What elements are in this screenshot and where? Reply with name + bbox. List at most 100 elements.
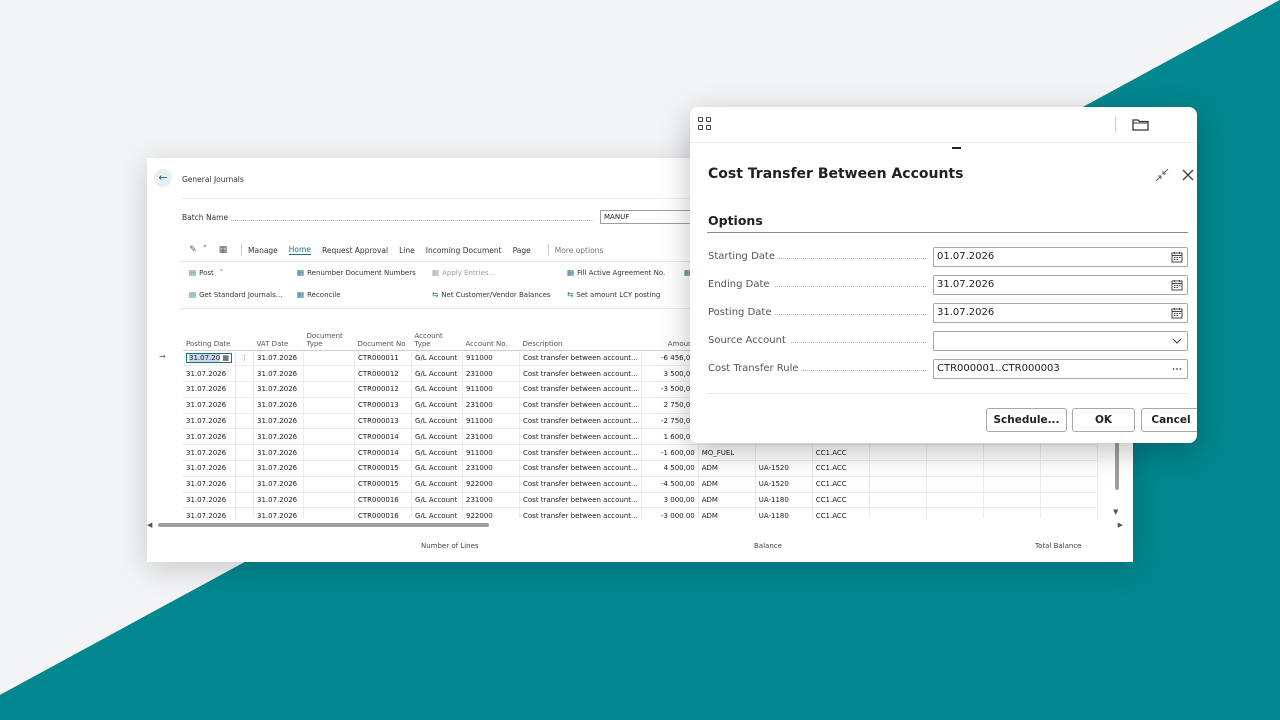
apply-entries-button[interactable]: ▦ Apply Entries...: [432, 268, 495, 277]
starting-date-field[interactable]: 01.07.2026: [933, 247, 1188, 267]
cell-document-type[interactable]: [303, 397, 356, 414]
cell-desc[interactable]: Cost transfer between account...: [519, 492, 642, 509]
table-row[interactable]: 31.07.2026 31.07.2026 CTR000016 G/L Account…: [183, 492, 1098, 509]
schedule-button[interactable]: Schedule...: [986, 408, 1067, 432]
cell-desc[interactable]: Cost transfer between account...: [519, 397, 642, 414]
cell-amount[interactable]: -1 600,00: [641, 444, 699, 462]
ok-button[interactable]: OK: [1072, 408, 1135, 432]
excel-icon[interactable]: ▦: [217, 244, 229, 256]
col-document-no[interactable]: Document No: [354, 328, 412, 351]
cell-acct_type[interactable]: G/L Account: [411, 476, 464, 493]
cell-document-type[interactable]: [303, 460, 356, 477]
posting-date-input[interactable]: 31.07.20 ▦: [186, 352, 233, 363]
cell-amount[interactable]: 3 000,00: [641, 492, 699, 509]
cell-posting[interactable]: 31.07.2026: [183, 365, 237, 383]
scroll-down-icon[interactable]: ▼: [1113, 508, 1118, 516]
cell-document-type[interactable]: [303, 507, 356, 518]
action-page[interactable]: Page: [513, 246, 531, 255]
action-home[interactable]: Home: [288, 245, 311, 255]
table-row[interactable]: 31.07.2026 31.07.2026 CTR000014 G/L Account…: [183, 444, 1098, 462]
chevron-down-icon[interactable]: ˅: [220, 269, 224, 277]
cell-doc[interactable]: CTR000012: [354, 365, 413, 383]
cell-desc[interactable]: Cost transfer between account...: [519, 413, 642, 430]
cell-c10[interactable]: UA-1180: [755, 492, 813, 509]
cell-doc[interactable]: CTR000015: [354, 476, 413, 493]
edit-mode-icon[interactable]: ✎: [187, 244, 199, 256]
post-button[interactable]: ▤ Post ˅: [189, 268, 223, 277]
cell-document-type[interactable]: [303, 350, 356, 367]
cell-posting[interactable]: 31.07.2026: [183, 428, 237, 446]
cell-document-type[interactable]: [303, 381, 356, 398]
cell-c11[interactable]: CC1.ACC: [812, 460, 870, 477]
horizontal-scrollbar[interactable]: ◀ ▶: [147, 520, 1133, 530]
cell-doc[interactable]: CTR000014: [354, 444, 413, 462]
cell-acct[interactable]: 911000: [462, 444, 521, 462]
cell-desc[interactable]: Cost transfer between account...: [519, 365, 642, 383]
cell-c11[interactable]: CC1.ACC: [812, 492, 870, 509]
cancel-button[interactable]: Cancel: [1141, 408, 1197, 432]
cell-posting-edit[interactable]: 31.07.20 ▦: [183, 350, 237, 367]
cell-posting[interactable]: 31.07.2026: [183, 492, 237, 509]
cell-desc[interactable]: Cost transfer between account...: [519, 476, 642, 493]
cell-acct[interactable]: 231000: [462, 460, 521, 477]
action-manage[interactable]: Manage: [248, 246, 278, 255]
cell-vat[interactable]: 31.07.2026: [253, 428, 305, 446]
close-icon[interactable]: [1181, 168, 1195, 182]
cell-vat[interactable]: 31.07.2026: [253, 397, 305, 414]
horizontal-scroll-thumb[interactable]: [158, 523, 489, 527]
cell-desc[interactable]: Cost transfer between account...: [519, 350, 642, 367]
chevron-down-icon[interactable]: [1171, 335, 1183, 347]
cell-acct_type[interactable]: G/L Account: [411, 507, 464, 518]
cell-c11[interactable]: CC1.ACC: [812, 476, 870, 493]
cell-c11[interactable]: CC1.ACC: [812, 507, 870, 518]
cell-acct_type[interactable]: G/L Account: [411, 397, 464, 414]
get-standard-journals-button[interactable]: ▤ Get Standard Journals...: [189, 290, 282, 299]
cell-acct_type[interactable]: G/L Account: [411, 460, 464, 477]
cell-doc[interactable]: CTR000014: [354, 428, 413, 446]
cell-doc[interactable]: CTR000011: [354, 350, 413, 367]
apps-grid-icon[interactable]: [698, 117, 713, 132]
action-more-options[interactable]: More options: [555, 246, 604, 255]
cell-c9[interactable]: ADM: [698, 492, 756, 509]
cell-acct_type[interactable]: G/L Account: [411, 381, 464, 398]
cell-desc[interactable]: Cost transfer between account...: [519, 460, 642, 477]
cell-doc[interactable]: CTR000015: [354, 460, 413, 477]
posting-date-field[interactable]: 31.07.2026: [933, 303, 1188, 323]
col-vat-date[interactable]: VAT Date: [253, 328, 304, 351]
table-row[interactable]: 31.07.2026 31.07.2026 CTR000015 G/L Account…: [183, 460, 1098, 477]
cell-doc[interactable]: CTR000012: [354, 381, 413, 398]
collapse-icon[interactable]: [1155, 168, 1169, 182]
scroll-right-icon[interactable]: ▶: [1118, 521, 1123, 529]
cell-document-type[interactable]: [303, 476, 356, 493]
set-amount-button[interactable]: ⇆ Set amount LCY posting: [567, 290, 660, 299]
cell-acct_type[interactable]: G/L Account: [411, 444, 464, 462]
cell-amount[interactable]: -3 000,00: [641, 507, 699, 518]
action-line[interactable]: Line: [399, 246, 415, 255]
cell-doc[interactable]: CTR000016: [354, 507, 413, 518]
cell-document-type[interactable]: [303, 492, 356, 509]
cell-acct[interactable]: 911000: [462, 350, 521, 367]
cell-vat[interactable]: 31.07.2026: [253, 381, 305, 398]
vertical-scroll-thumb[interactable]: [1115, 440, 1119, 490]
cell-c11[interactable]: CC1.ACC: [812, 444, 870, 462]
col-account-type[interactable]: Account Type: [411, 328, 463, 351]
cell-acct[interactable]: 922000: [462, 507, 521, 518]
ellipsis-icon[interactable]: [1171, 363, 1183, 375]
calendar-icon[interactable]: [1171, 279, 1183, 291]
cell-vat[interactable]: 31.07.2026: [253, 444, 305, 462]
chevron-down-icon[interactable]: ˅: [199, 244, 211, 256]
cell-desc[interactable]: Cost transfer between account...: [519, 381, 642, 398]
table-row[interactable]: 31.07.2026 31.07.2026 CTR000016 G/L Account…: [183, 507, 1098, 518]
calendar-icon[interactable]: [1171, 251, 1183, 263]
cell-acct[interactable]: 911000: [462, 381, 521, 398]
cell-posting[interactable]: 31.07.2026: [183, 381, 237, 398]
cell-desc[interactable]: Cost transfer between account...: [519, 507, 642, 518]
cell-doc[interactable]: CTR000013: [354, 397, 413, 414]
cell-posting[interactable]: 31.07.2026: [183, 397, 237, 414]
cell-posting[interactable]: 31.07.2026: [183, 444, 237, 462]
cell-posting[interactable]: 31.07.2026: [183, 476, 237, 493]
cell-posting[interactable]: 31.07.2026: [183, 460, 237, 477]
cell-c9[interactable]: ADM: [698, 460, 756, 477]
col-account-no[interactable]: Account No.: [462, 328, 520, 351]
reconcile-button[interactable]: ▦ Reconcile: [297, 290, 341, 299]
